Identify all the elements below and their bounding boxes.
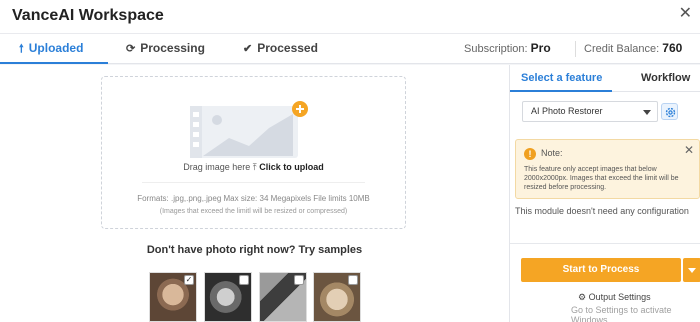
refresh-icon: ⟳ xyxy=(126,43,136,55)
tab-select-feature[interactable]: Select a feature xyxy=(510,65,612,92)
header-divider xyxy=(575,41,576,57)
sample-image[interactable] xyxy=(259,272,307,322)
tab-processed[interactable]: ✔ Processed xyxy=(243,34,318,64)
sample-image[interactable] xyxy=(204,272,252,322)
up-arrow-icon: 🠕 xyxy=(19,43,24,55)
subscription-value: Pro xyxy=(530,41,551,55)
app-header: VanceAI Workspace ✕ xyxy=(0,0,700,34)
credit-value: 760 xyxy=(662,41,683,55)
close-icon[interactable]: ✕ xyxy=(679,6,692,22)
subscription-info: Subscription: Pro xyxy=(464,34,551,64)
sample-checkbox[interactable] xyxy=(348,275,358,285)
divider xyxy=(142,182,365,183)
feature-select-value: AI Photo Restorer xyxy=(531,106,603,116)
tab-label: Processing xyxy=(140,41,205,55)
settings-icon: ⚙ xyxy=(578,292,587,302)
output-settings-link[interactable]: ⚙ Output Settings xyxy=(578,292,651,303)
sidebar-tabs: Select a feature Workflow xyxy=(510,65,700,92)
output-settings-label: Output Settings xyxy=(588,292,651,302)
divider xyxy=(510,243,700,244)
formats-text: Formats: .jpg,.png,.jpeg Max size: 34 Me… xyxy=(137,194,370,203)
app-title: VanceAI Workspace xyxy=(12,7,164,24)
upload-instructions: Drag image here ⤒ Click to upload xyxy=(102,162,405,173)
subscription-label: Subscription: xyxy=(464,43,528,55)
activate-windows-watermark: Go to Settings to activate Windows. xyxy=(571,305,672,322)
upload-panel: Drag image here ⤒ Click to upload Format… xyxy=(0,65,509,322)
tab-uploaded[interactable]: 🠕 Uploaded xyxy=(0,34,108,64)
sample-image[interactable] xyxy=(313,272,361,322)
tab-label: Uploaded xyxy=(28,41,84,55)
upload-icon: ⤒ xyxy=(252,162,257,172)
sample-checkbox[interactable] xyxy=(239,275,249,285)
check-circle-icon: ✔ xyxy=(243,43,253,55)
chevron-down-icon xyxy=(643,110,651,115)
note-text: This feature only accept images that bel… xyxy=(524,166,679,191)
main-tabs: 🠕 Uploaded ⟳ Processing ✔ Processed Subscri… xyxy=(0,34,700,64)
drag-text: Drag image here xyxy=(183,162,251,172)
feature-select[interactable]: AI Photo Restorer xyxy=(522,101,658,122)
feature-settings-button[interactable] xyxy=(661,103,678,120)
note-box: ! Note: ✕ This feature only accept image… xyxy=(515,139,700,199)
tab-processing[interactable]: ⟳ Processing xyxy=(126,34,205,64)
image-placeholder-icon xyxy=(190,101,308,158)
limits-note: (Images that exceed the limitl will be r… xyxy=(159,208,348,215)
click-to-upload-link[interactable]: Click to upload xyxy=(259,162,324,172)
no-config-text: This module doesn't need any configurati… xyxy=(515,206,689,216)
start-options-dropdown[interactable] xyxy=(683,258,700,282)
sample-image[interactable]: ✓ xyxy=(149,272,197,322)
credit-info: Credit Balance: 760 xyxy=(584,34,682,64)
feature-sidebar: Select a feature Workflow AI Photo Resto… xyxy=(509,65,700,322)
tab-workflow[interactable]: Workflow xyxy=(641,65,690,92)
samples-title: Don't have photo right now? Try samples xyxy=(146,244,363,256)
upload-drop-zone[interactable]: Drag image here ⤒ Click to upload Format… xyxy=(101,76,406,229)
sample-checkbox[interactable] xyxy=(294,275,304,285)
note-title: Note: xyxy=(541,148,563,158)
start-process-button[interactable]: Start to Process xyxy=(521,258,681,282)
gear-icon xyxy=(665,107,676,118)
sample-checkbox[interactable]: ✓ xyxy=(184,275,194,285)
tab-label: Processed xyxy=(257,41,318,55)
chevron-down-icon xyxy=(688,268,696,273)
warning-icon: ! xyxy=(524,148,536,160)
close-icon[interactable]: ✕ xyxy=(684,144,694,156)
credit-label: Credit Balance: xyxy=(584,43,660,55)
